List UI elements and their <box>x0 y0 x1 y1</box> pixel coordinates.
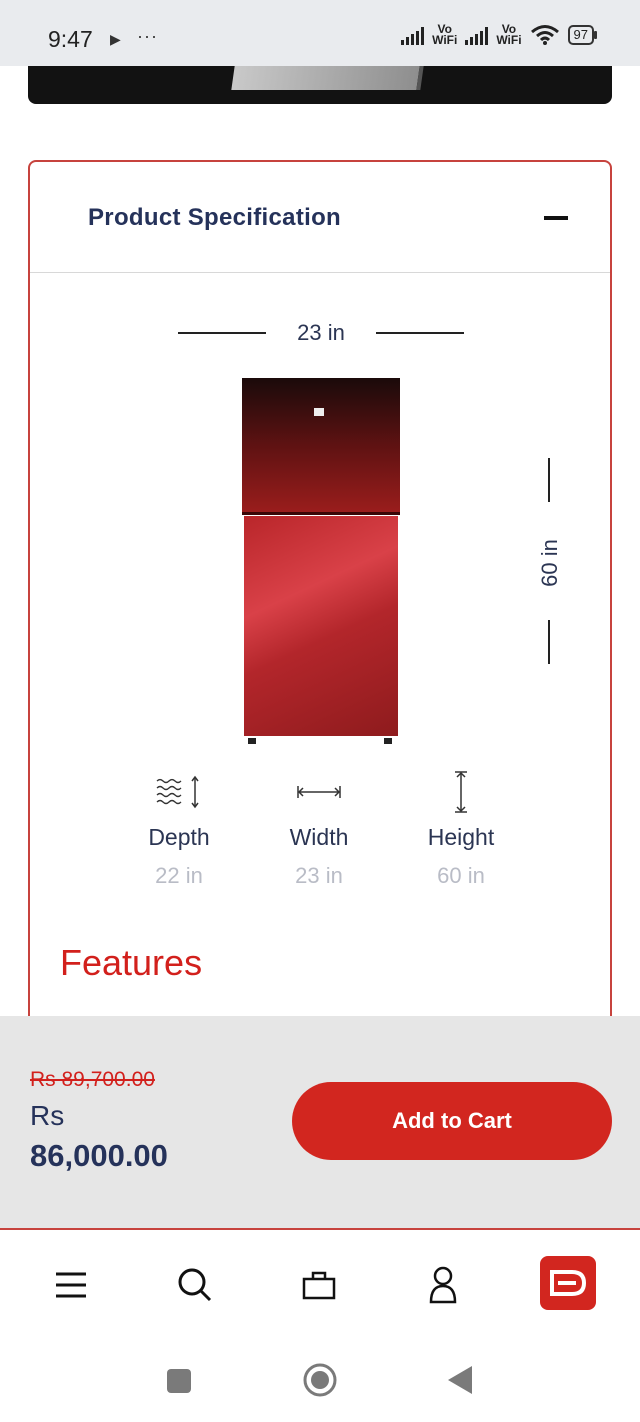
cart-bar: Rs 89,700.00 Rs 86,000.00 Add to Cart <box>0 1016 640 1230</box>
bag-icon[interactable] <box>294 1260 344 1310</box>
product-image-fragment <box>231 66 424 90</box>
dimension-value: 60 in <box>437 863 485 888</box>
status-time: 9:47 <box>48 26 93 52</box>
dimension-value: 22 in <box>155 863 203 888</box>
dimension-height: Height 60 in <box>386 771 536 889</box>
price-value: 86,000.00 <box>30 1138 168 1173</box>
signal-icon <box>465 25 489 45</box>
dimension-label: Height <box>427 824 495 850</box>
collapse-minus-icon[interactable] <box>544 216 568 220</box>
old-price: Rs 89,700.00 <box>30 1068 155 1091</box>
play-icon: ▶ <box>110 31 121 47</box>
wifi-icon <box>530 25 559 45</box>
vowifi-label: Vo WiFi <box>432 22 458 47</box>
battery-icon: 97 <box>567 25 598 45</box>
product-image-bottom <box>28 66 612 104</box>
back-icon[interactable] <box>446 1364 474 1401</box>
fridge-foot <box>248 738 256 744</box>
width-dimension-text: 23 in <box>297 320 345 345</box>
system-navigation <box>0 1340 640 1422</box>
dimension-depth: Depth 22 in <box>104 772 254 889</box>
dimension-line <box>548 458 550 502</box>
freezer-door <box>242 378 400 515</box>
dimension-label: Depth <box>148 824 210 850</box>
bottom-navigation <box>0 1230 640 1340</box>
dimension-line <box>376 332 464 334</box>
height-icon <box>386 771 536 813</box>
search-icon[interactable] <box>170 1260 220 1310</box>
price-currency: Rs <box>30 1100 65 1131</box>
dimension-value: 23 in <box>295 863 343 888</box>
features-heading: Features <box>60 942 203 983</box>
spec-title: Product Specification <box>88 204 342 231</box>
menu-icon[interactable] <box>46 1260 96 1310</box>
height-dimension-text: 60 in <box>537 539 562 587</box>
vowifi-label: Vo WiFi <box>496 22 522 47</box>
recents-icon[interactable] <box>166 1368 192 1399</box>
width-icon <box>244 772 394 812</box>
depth-icon <box>104 772 254 812</box>
dimension-label: Width <box>289 824 349 850</box>
width-dimension-top: 23 in <box>178 320 464 346</box>
fridge-door <box>244 516 398 736</box>
fridge-foot <box>384 738 392 744</box>
dimension-width: Width 23 in <box>244 772 394 889</box>
brand-badge-icon <box>314 408 324 416</box>
home-icon[interactable] <box>302 1362 338 1403</box>
dimensions-row: Depth 22 in Width 23 in Height 60 in <box>110 771 530 902</box>
signal-icon <box>401 25 425 45</box>
dimension-line <box>548 620 550 664</box>
spec-header[interactable]: Product Specification <box>30 162 610 273</box>
add-to-cart-button[interactable]: Add to Cart <box>292 1082 612 1160</box>
more-dots-icon: ··· <box>137 26 158 46</box>
refrigerator-image <box>242 378 400 744</box>
status-icons: Vo WiFi Vo WiFi 97 <box>401 22 598 47</box>
user-icon[interactable] <box>418 1260 468 1310</box>
height-dimension-side: 60 in <box>530 458 570 664</box>
dimension-line <box>178 332 266 334</box>
status-bar: 9:47 ▶ ··· Vo WiFi Vo WiFi 97 <box>0 0 640 66</box>
product-specification-card: Product Specification 23 in 60 in Depth … <box>28 160 612 1064</box>
brand-logo-icon[interactable] <box>540 1256 596 1310</box>
